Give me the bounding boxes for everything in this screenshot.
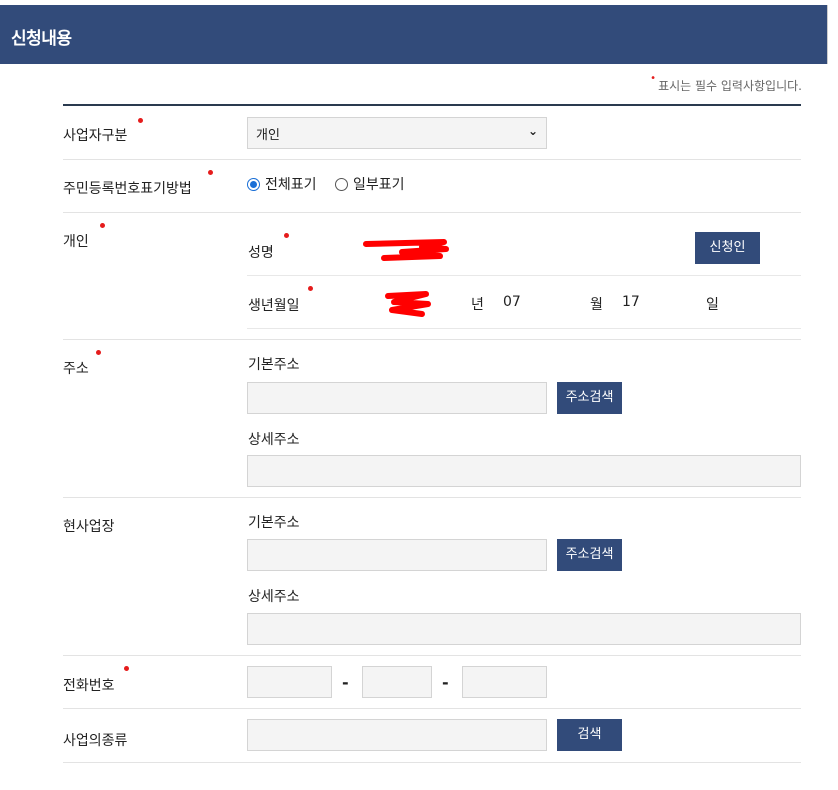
row-divider [63,497,801,498]
required-dot-icon [308,286,313,291]
scroll-edge [827,5,838,64]
row-divider [63,339,801,340]
address-basic-input[interactable] [247,382,547,414]
business-type-selected: 개인 [256,128,280,143]
birth-day-value: 17 [622,294,640,310]
business-kind-input[interactable] [247,719,547,751]
address-label: 주소 [63,361,89,377]
radio-full-label: 전체표기 [265,177,317,193]
business-type-select[interactable]: 개인 ⌄ [247,117,547,149]
rrn-display-label: 주민등록번호표기방법 [63,181,192,197]
required-dot-icon [138,118,143,123]
row-divider [63,159,801,160]
radio-unselected-icon[interactable] [335,177,348,191]
month-suffix: 월 [590,297,603,313]
birth-month-value: 07 [503,294,521,310]
redacted-birth-year [385,291,431,317]
workplace-detail-label: 상세주소 [248,589,300,605]
required-dot-icon: • [650,73,657,84]
workplace-label: 현사업장 [63,519,115,535]
business-kind-search-button[interactable]: 검색 [557,719,622,751]
chevron-down-icon: ⌄ [527,124,538,138]
section-header: 신청내용 [0,5,827,64]
address-search-button[interactable]: 주소검색 [557,382,622,414]
address-detail-label: 상세주소 [248,432,300,448]
individual-label: 개인 [63,234,89,250]
business-kind-label: 사업의종류 [63,733,128,749]
radio-partial-label: 일부표기 [353,177,405,193]
business-type-label: 사업자구분 [63,128,128,144]
section-title: 신청내용 [11,29,72,49]
phone-separator: - [442,673,449,692]
sub-divider [247,328,801,329]
row-divider [63,762,801,763]
redacted-name [363,239,449,261]
required-dot-icon [96,350,101,355]
required-dot-icon [284,233,289,238]
phone-separator: - [342,673,349,692]
workplace-detail-input[interactable] [247,613,801,645]
row-divider [63,708,801,709]
applicant-button[interactable]: 신청인 [695,232,760,264]
phone-part3-input[interactable] [462,666,547,698]
sub-divider [247,275,801,276]
row-divider [63,212,801,213]
radio-selected-icon[interactable] [247,177,260,191]
address-basic-label: 기본주소 [248,357,300,373]
name-label: 성명 [248,245,274,261]
phone-part2-input[interactable] [362,666,432,698]
required-dot-icon [124,666,129,671]
year-suffix: 년 [471,297,484,313]
phone-part1-input[interactable] [247,666,332,698]
radio-partial-display[interactable]: 일부표기 [335,174,405,194]
required-dot-icon [100,223,105,228]
phone-label: 전화번호 [63,678,115,694]
birth-label: 생년월일 [248,298,300,314]
workplace-basic-label: 기본주소 [248,515,300,531]
required-note-text: 표시는 필수 입력사항입니다. [658,79,802,93]
required-dot-icon [208,170,213,175]
radio-full-display[interactable]: 전체표기 [247,174,317,194]
table-top-rule [63,104,801,106]
address-detail-input[interactable] [247,455,801,487]
workplace-search-button[interactable]: 주소검색 [557,539,622,571]
day-suffix: 일 [706,297,719,313]
row-divider [63,655,801,656]
required-note: •표시는 필수 입력사항입니다. [650,73,802,94]
workplace-basic-input[interactable] [247,539,547,571]
